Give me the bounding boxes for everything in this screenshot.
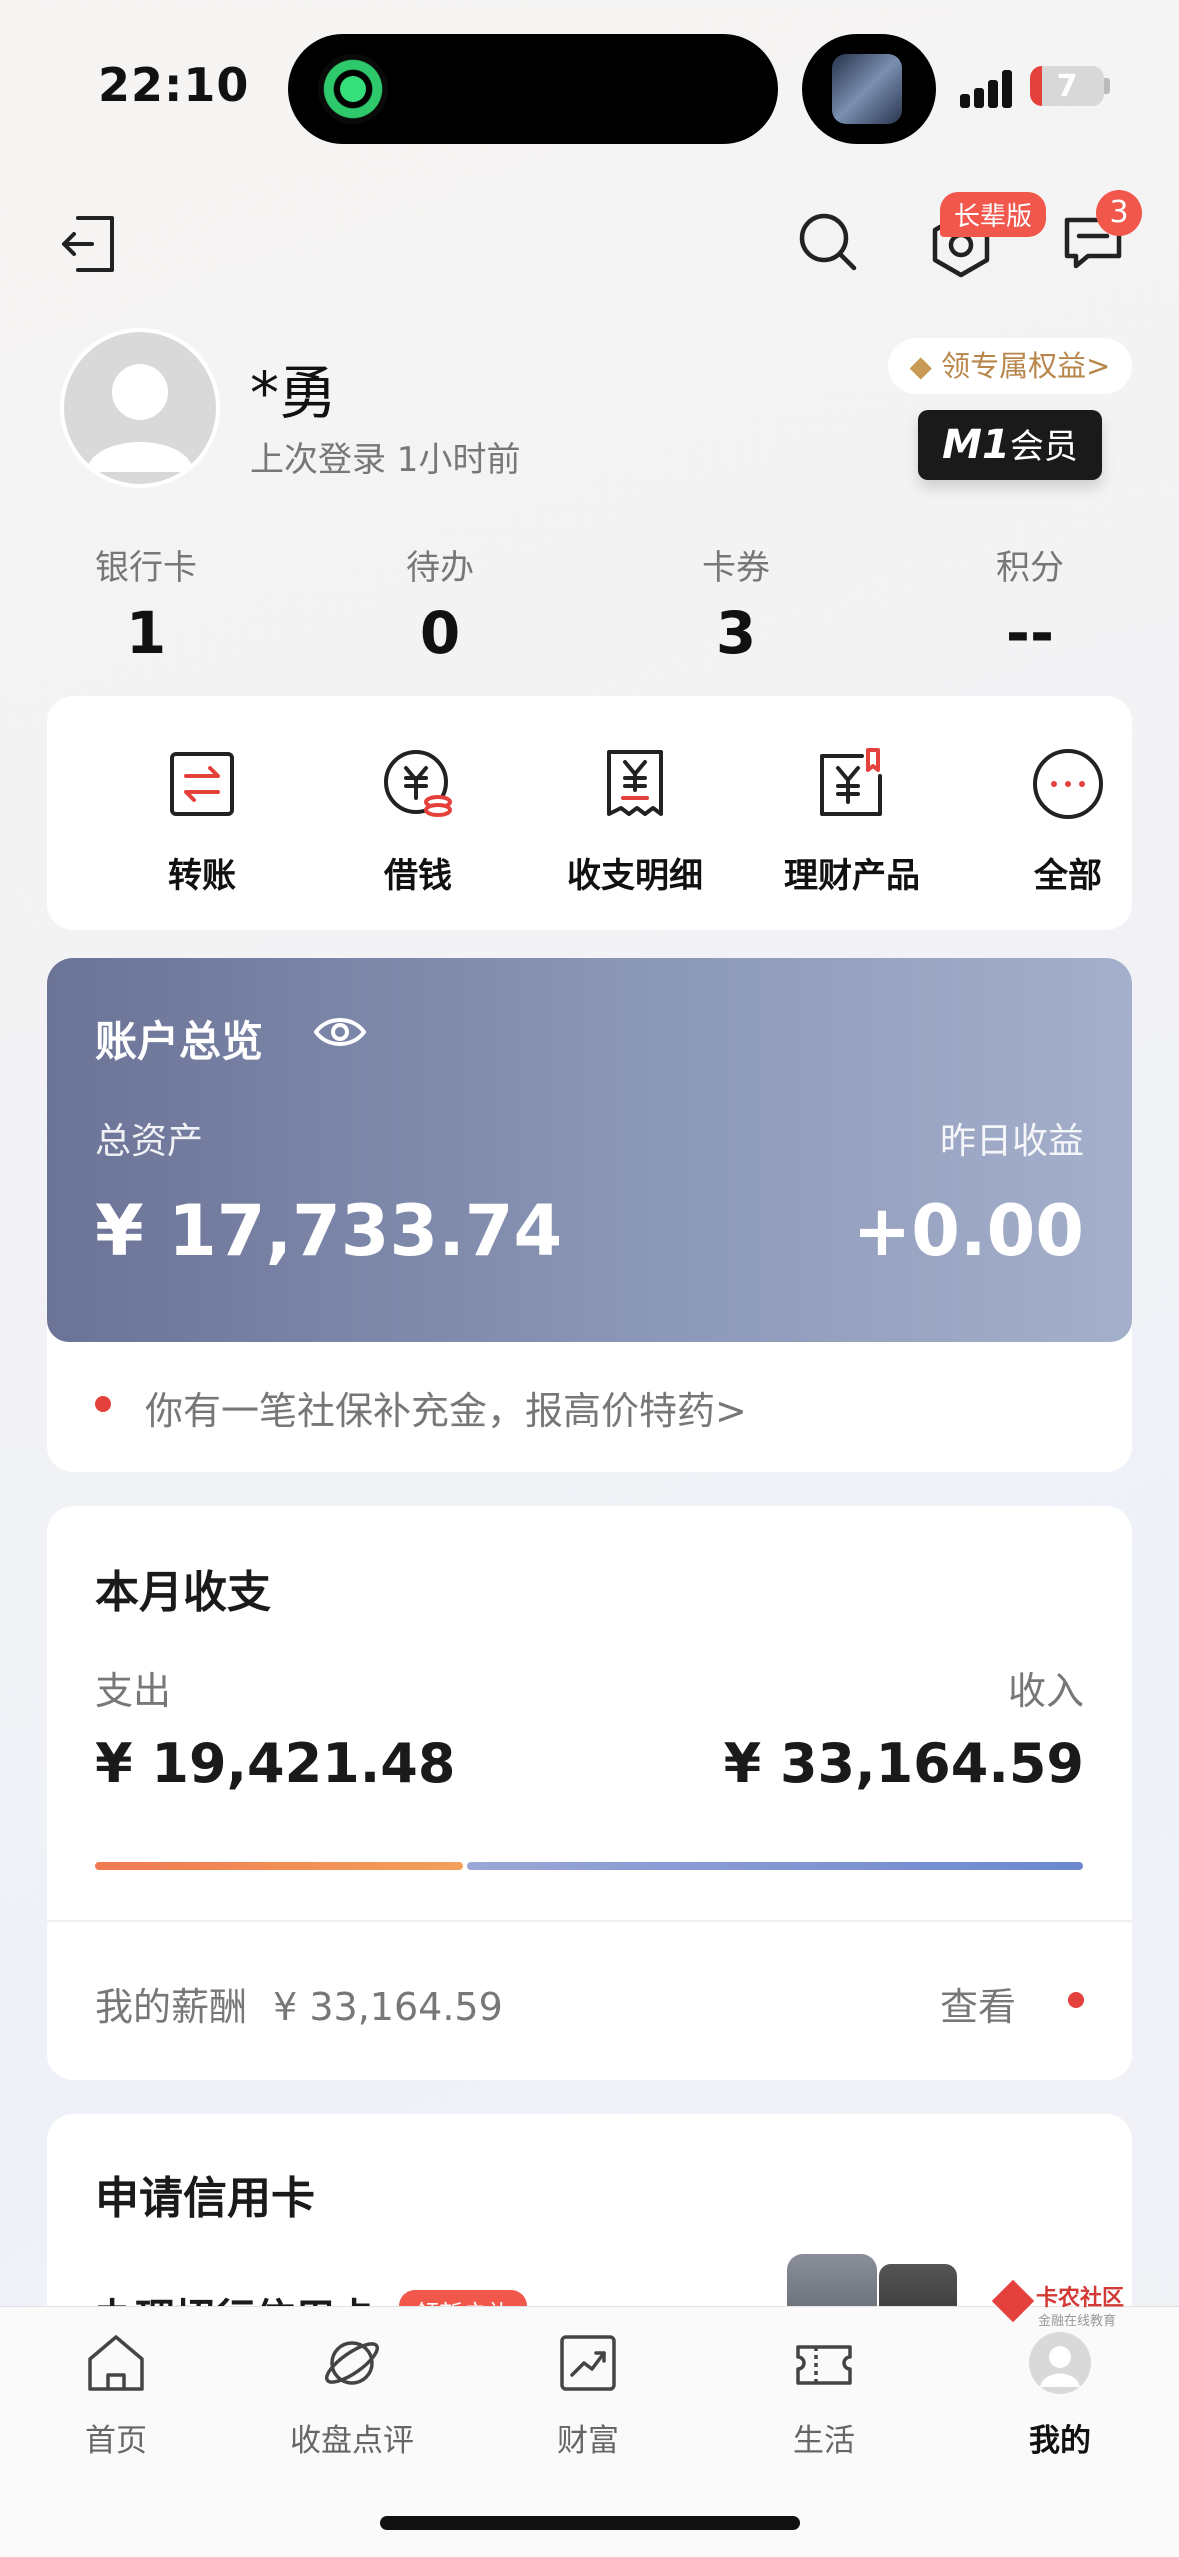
wealth-product-icon <box>820 748 882 816</box>
stat-todo[interactable]: 待办 0 <box>340 540 540 667</box>
elder-mode-badge[interactable]: 长辈版 <box>940 192 1047 237</box>
action-transfer[interactable]: 转账 <box>102 746 302 897</box>
battery-icon: 7 <box>1030 66 1104 106</box>
toggle-visibility-button[interactable] <box>313 1014 367 1054</box>
default-avatar-icon <box>86 364 194 472</box>
exclusive-perks-link[interactable]: ◆ 领专属权益> <box>888 338 1132 394</box>
receipt-icon <box>607 750 663 816</box>
avatar[interactable] <box>60 328 220 488</box>
yesterday-earnings-value: +0.00 <box>852 1190 1084 1272</box>
signal-icon <box>960 70 1016 108</box>
transfer-icon <box>170 752 234 816</box>
monthly-title: 本月收支 <box>95 1567 271 1618</box>
expense-bar <box>95 1862 463 1870</box>
watermark-title: 卡农社区 <box>1036 2286 1125 2311</box>
stat-label: 待办 <box>406 548 474 588</box>
monthly-summary-card[interactable]: 本月收支 支出 ¥ 19,421.48 收入 ¥ 33,164.59 我的薪酬 … <box>47 1506 1132 2080</box>
planet-icon <box>325 2341 379 2385</box>
member-level-badge[interactable]: M1会员 <box>918 410 1102 480</box>
credit-title: 申请信用卡 <box>95 2173 315 2224</box>
tab-home[interactable]: 首页 <box>26 2331 206 2460</box>
stat-value: -- <box>1005 599 1055 667</box>
tab-label: 收盘点评 <box>290 2423 414 2459</box>
stat-bank-cards[interactable]: 银行卡 1 <box>46 540 246 667</box>
tab-market-review[interactable]: 收盘点评 <box>262 2331 442 2460</box>
tab-label: 首页 <box>85 2423 147 2459</box>
tab-wealth[interactable]: 财富 <box>498 2331 678 2460</box>
action-loan[interactable]: 借钱 <box>318 746 518 897</box>
income-label: 收入 <box>1007 1669 1084 1713</box>
tab-label: 生活 <box>793 2423 855 2459</box>
action-label: 理财产品 <box>784 856 920 896</box>
salary-row[interactable]: 我的薪酬 ¥ 33,164.59 <box>95 1976 503 2031</box>
logout-icon <box>62 216 114 272</box>
income-bar <box>467 1862 1083 1870</box>
diamond-icon: ◆ <box>909 349 932 383</box>
tab-label: 我的 <box>1029 2423 1091 2459</box>
watermark-subtitle: 金融在线教育 <box>1038 2314 1117 2329</box>
home-indicator[interactable] <box>380 2516 800 2530</box>
action-label: 借钱 <box>384 856 452 896</box>
stat-value: 0 <box>419 599 461 667</box>
income-value: ¥ 33,164.59 <box>723 1732 1084 1795</box>
salary-label: 我的薪酬 <box>95 1985 248 2029</box>
action-statement[interactable]: 收支明细 <box>535 746 735 897</box>
dynamic-island-media <box>802 34 936 144</box>
eye-icon <box>313 1018 367 1046</box>
divider <box>47 1920 1132 1922</box>
live-activity-icon <box>318 54 388 124</box>
quick-actions-card: 转账 借钱 收支明细 理财产品 全部 <box>47 696 1132 930</box>
salary-red-dot <box>1068 1992 1084 2008</box>
stat-label: 积分 <box>996 548 1064 588</box>
logout-button[interactable] <box>56 212 120 280</box>
tab-mine[interactable]: 我的 <box>970 2331 1150 2460</box>
user-name: *勇 <box>250 359 338 427</box>
watermark-logo: 卡农社区 金融在线教育 <box>991 2279 1168 2340</box>
media-thumbnail <box>832 54 902 124</box>
action-wealth-products[interactable]: 理财产品 <box>752 746 952 897</box>
loan-icon <box>384 750 452 817</box>
yesterday-earnings-label: 昨日收益 <box>939 1121 1084 1162</box>
battery-tip <box>1104 78 1110 94</box>
tab-life[interactable]: 生活 <box>734 2331 914 2460</box>
last-login-text: 上次登录 1小时前 <box>250 440 521 480</box>
salary-value: ¥ 33,164.59 <box>273 1985 503 2029</box>
home-icon <box>88 2335 144 2391</box>
profile-icon <box>1029 2332 1091 2394</box>
tab-label: 财富 <box>557 2423 619 2459</box>
notice-banner[interactable]: 你有一笔社保补充金，报高价特药> <box>47 1320 1132 1472</box>
expense-value: ¥ 19,421.48 <box>95 1732 456 1795</box>
search-icon <box>799 213 857 271</box>
action-all[interactable]: 全部 <box>968 746 1168 897</box>
watermark-icon <box>991 2279 1035 2323</box>
stat-label: 卡券 <box>702 548 770 588</box>
battery-level: 7 <box>1056 69 1078 104</box>
action-label: 全部 <box>1034 856 1102 896</box>
search-button[interactable] <box>796 210 860 278</box>
chart-icon <box>560 2335 616 2391</box>
status-time: 22:10 <box>98 58 250 112</box>
account-overview-card[interactable]: 账户总览 总资产 ¥ 17,733.74 昨日收益 +0.00 <box>47 958 1132 1342</box>
member-label: 会员 <box>1009 427 1078 467</box>
member-brand: M1 <box>942 422 1010 468</box>
stat-coupons[interactable]: 卡券 3 <box>636 540 836 667</box>
stat-points[interactable]: 积分 -- <box>930 540 1130 667</box>
stat-label: 银行卡 <box>95 548 197 588</box>
action-label: 收支明细 <box>567 856 703 896</box>
perk-label: 领专属权益> <box>941 349 1111 383</box>
total-assets-label: 总资产 <box>95 1121 204 1162</box>
message-count-badge: 3 <box>1096 190 1142 236</box>
view-salary-link[interactable]: 查看 <box>940 1976 1016 2031</box>
more-icon <box>1033 749 1103 819</box>
overview-title: 账户总览 <box>95 1017 264 1066</box>
stat-value: 1 <box>125 599 167 667</box>
ticket-icon <box>796 2345 852 2385</box>
notice-dot <box>95 1396 111 1412</box>
action-label: 转账 <box>168 856 236 896</box>
total-assets-value: ¥ 17,733.74 <box>95 1190 563 1272</box>
expense-label: 支出 <box>95 1669 172 1713</box>
dynamic-island <box>288 34 778 144</box>
notice-text: 你有一笔社保补充金，报高价特药> <box>145 1389 747 1433</box>
stat-value: 3 <box>715 599 757 667</box>
